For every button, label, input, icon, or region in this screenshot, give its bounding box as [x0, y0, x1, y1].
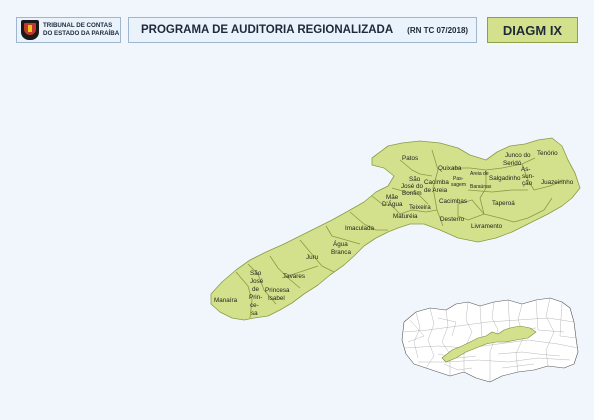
- label-sao-jose-1: São: [409, 176, 421, 183]
- label-assuncao-3: ção: [522, 180, 533, 187]
- label-patos: Patos: [402, 155, 418, 162]
- label-cacimbas: Cacimbas: [439, 198, 467, 205]
- label-areia-1: Areia de: [470, 171, 489, 177]
- label-cacimba-2: de Areia: [424, 187, 448, 194]
- label-salgadinho: Salgadinho: [489, 175, 521, 182]
- label-sao-jose-2: José do: [401, 183, 424, 190]
- label-sao-jose-3: Bonfim: [402, 190, 422, 197]
- label-livramento: Livramento: [471, 223, 503, 230]
- label-sjp-4: Prin-: [249, 294, 262, 301]
- label-desterro: Desterro: [440, 216, 465, 223]
- label-areia-2: Baraúnas: [470, 184, 492, 190]
- label-agua-1: Água: [333, 239, 348, 248]
- label-cacimba-1: Cacimba: [424, 179, 449, 186]
- label-junco-2: Seridó: [503, 160, 522, 167]
- label-juru: Juru: [306, 254, 319, 261]
- label-passagem-2: sagem: [451, 182, 466, 188]
- label-agua-2: Branca: [331, 249, 351, 256]
- label-junco-1: Junco do: [505, 152, 531, 159]
- label-tavares: Tavares: [283, 273, 305, 280]
- label-taperoa: Taperoá: [492, 200, 515, 207]
- label-mae-1: Mãe: [386, 194, 399, 201]
- state-locator-map: [401, 297, 579, 383]
- label-princesa-1: Princesa: [265, 287, 290, 294]
- label-sjp-5: ce-: [250, 302, 259, 309]
- label-princesa-2: Isabel: [268, 295, 285, 302]
- label-teixeira: Teixeira: [409, 204, 431, 211]
- label-sjp-1: São: [250, 270, 262, 277]
- label-maturea: Maturéia: [393, 213, 418, 220]
- label-assuncao-1: As-: [521, 166, 530, 173]
- label-quixaba: Quixaba: [438, 165, 462, 172]
- label-manaira: Manaíra: [214, 297, 238, 304]
- label-assuncao-2: sun-: [522, 173, 534, 180]
- label-sjp-6: sa: [251, 310, 258, 317]
- label-imaculada: Imaculada: [345, 225, 375, 232]
- label-sjp-3: de: [252, 286, 260, 293]
- label-juazeirinho: Juazeirinho: [541, 179, 574, 186]
- label-sjp-2: José: [250, 278, 264, 285]
- label-mae-2: D'Água: [382, 199, 403, 208]
- label-tenorio: Tenório: [537, 150, 558, 157]
